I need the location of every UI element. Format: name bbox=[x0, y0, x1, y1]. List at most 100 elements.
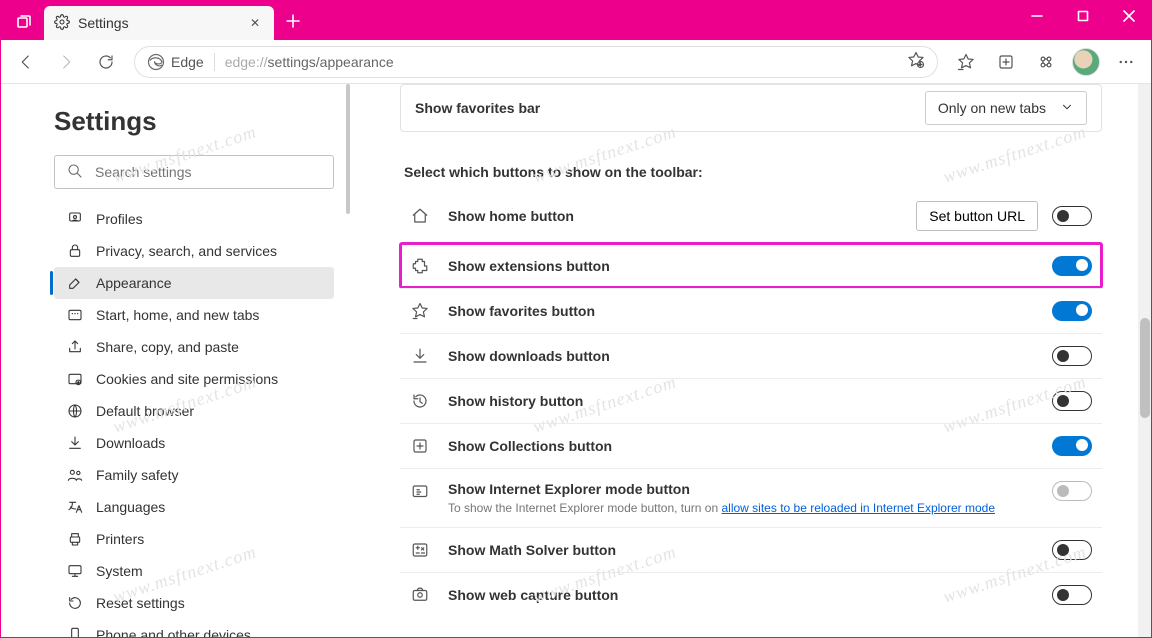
power-icon bbox=[64, 307, 86, 323]
sidebar-item-label: Default browser bbox=[96, 403, 194, 419]
add-favorite-icon[interactable] bbox=[907, 51, 925, 72]
extension-icon bbox=[410, 257, 430, 275]
tab-actions-button[interactable] bbox=[6, 6, 42, 40]
set-button-url[interactable]: Set button URL bbox=[916, 201, 1038, 231]
favorites-toggle[interactable] bbox=[1052, 301, 1092, 321]
row-label: Show home button bbox=[448, 208, 574, 224]
sidebar-item-downloads[interactable]: Downloads bbox=[54, 427, 334, 459]
address-url: edge://settings/appearance bbox=[225, 54, 394, 70]
gear-icon bbox=[54, 14, 70, 33]
profile-avatar[interactable] bbox=[1068, 46, 1104, 78]
download-icon bbox=[64, 435, 86, 451]
system-icon bbox=[64, 563, 86, 579]
row-label: Show Collections button bbox=[448, 438, 612, 454]
favorites-bar-select[interactable]: Only on new tabs bbox=[925, 91, 1087, 125]
home-icon bbox=[410, 207, 430, 225]
ie-mode-link[interactable]: allow sites to be reloaded in Internet E… bbox=[722, 501, 996, 515]
row-label: Show history button bbox=[448, 393, 583, 409]
family-icon bbox=[64, 467, 86, 483]
row-ie-mode-button: Show Internet Explorer mode button To sh… bbox=[400, 468, 1102, 527]
history-toggle[interactable] bbox=[1052, 391, 1092, 411]
sidebar-item-label: Start, home, and new tabs bbox=[96, 307, 259, 323]
row-web-capture-button: Show web capture button bbox=[400, 572, 1102, 617]
sidebar-item-start[interactable]: Start, home, and new tabs bbox=[54, 299, 334, 331]
sidebar-item-label: Family safety bbox=[96, 467, 178, 483]
nav-refresh-button[interactable] bbox=[88, 46, 124, 78]
sidebar-item-label: Share, copy, and paste bbox=[96, 339, 239, 355]
webcapture-toggle[interactable] bbox=[1052, 585, 1092, 605]
more-menu-button[interactable] bbox=[1108, 46, 1144, 78]
favorites-button[interactable] bbox=[948, 46, 984, 78]
cookie-icon bbox=[64, 371, 86, 387]
language-icon bbox=[64, 499, 86, 515]
capture-icon bbox=[410, 586, 430, 604]
math-toggle[interactable] bbox=[1052, 540, 1092, 560]
share-icon bbox=[64, 339, 86, 355]
browser-toolbar: Edge edge://settings/appearance bbox=[0, 40, 1152, 84]
sidebar-item-share[interactable]: Share, copy, and paste bbox=[54, 331, 334, 363]
sidebar-item-appearance[interactable]: Appearance bbox=[54, 267, 334, 299]
sidebar-item-default-browser[interactable]: Default browser bbox=[54, 395, 334, 427]
nav-back-button[interactable] bbox=[8, 46, 44, 78]
printer-icon bbox=[64, 531, 86, 547]
collections-button[interactable] bbox=[988, 46, 1024, 78]
favorites-bar-value: Only on new tabs bbox=[938, 100, 1046, 116]
settings-heading: Settings bbox=[54, 106, 334, 137]
profile-icon bbox=[64, 211, 86, 227]
phone-icon bbox=[64, 627, 86, 638]
chevron-down-icon bbox=[1060, 100, 1074, 117]
history-icon bbox=[410, 392, 430, 410]
downloads-toggle[interactable] bbox=[1052, 346, 1092, 366]
home-toggle[interactable] bbox=[1052, 206, 1092, 226]
window-maximize-button[interactable] bbox=[1060, 0, 1106, 32]
sidebar-item-label: Phone and other devices bbox=[96, 627, 251, 638]
star-icon bbox=[410, 302, 430, 320]
address-prefix: Edge bbox=[171, 54, 204, 70]
row-label: Show downloads button bbox=[448, 348, 610, 364]
row-label: Show Internet Explorer mode button bbox=[448, 481, 995, 497]
tab-title: Settings bbox=[78, 15, 129, 31]
extensions-button[interactable] bbox=[1028, 46, 1064, 78]
sidebar-item-profiles[interactable]: Profiles bbox=[54, 203, 334, 235]
sidebar-scrollbar[interactable] bbox=[344, 84, 352, 638]
math-icon bbox=[410, 541, 430, 559]
globe-icon bbox=[64, 403, 86, 419]
edge-logo-icon bbox=[147, 53, 165, 71]
collections-toggle[interactable] bbox=[1052, 436, 1092, 456]
window-close-button[interactable] bbox=[1106, 0, 1152, 32]
ie-subtext: To show the Internet Explorer mode butto… bbox=[448, 501, 995, 515]
nav-forward-button[interactable] bbox=[48, 46, 84, 78]
sidebar-item-cookies[interactable]: Cookies and site permissions bbox=[54, 363, 334, 395]
sidebar-item-privacy[interactable]: Privacy, search, and services bbox=[54, 235, 334, 267]
tab-close-button[interactable]: ✕ bbox=[246, 14, 264, 32]
window-minimize-button[interactable] bbox=[1014, 0, 1060, 32]
sidebar-item-label: Languages bbox=[96, 499, 165, 515]
extensions-toggle[interactable] bbox=[1052, 256, 1092, 276]
sidebar-item-reset[interactable]: Reset settings bbox=[54, 587, 334, 619]
page-scroll-thumb[interactable] bbox=[1140, 318, 1150, 418]
row-extensions-button: Show extensions button bbox=[400, 243, 1102, 288]
sidebar-item-system[interactable]: System bbox=[54, 555, 334, 587]
row-history-button: Show history button bbox=[400, 378, 1102, 423]
ie-icon bbox=[410, 483, 430, 501]
browser-tab[interactable]: Settings ✕ bbox=[44, 6, 274, 40]
titlebar: Settings ✕ bbox=[0, 0, 1152, 40]
settings-search[interactable] bbox=[54, 155, 334, 189]
favorites-bar-label: Show favorites bar bbox=[415, 100, 540, 116]
sidebar-item-label: System bbox=[96, 563, 143, 579]
sidebar-item-phone[interactable]: Phone and other devices bbox=[54, 619, 334, 638]
sidebar-item-languages[interactable]: Languages bbox=[54, 491, 334, 523]
lock-icon bbox=[64, 243, 86, 259]
row-math-solver-button: Show Math Solver button bbox=[400, 527, 1102, 572]
settings-sidebar: Settings Profiles Privacy, search, and s… bbox=[0, 84, 352, 638]
sidebar-item-label: Profiles bbox=[96, 211, 143, 227]
settings-search-input[interactable] bbox=[93, 163, 321, 181]
address-bar[interactable]: Edge edge://settings/appearance bbox=[134, 46, 938, 78]
sidebar-item-family[interactable]: Family safety bbox=[54, 459, 334, 491]
sidebar-item-label: Downloads bbox=[96, 435, 165, 451]
new-tab-button[interactable] bbox=[278, 6, 308, 36]
paint-icon bbox=[64, 275, 86, 291]
ie-toggle bbox=[1052, 481, 1092, 501]
sidebar-item-printers[interactable]: Printers bbox=[54, 523, 334, 555]
sidebar-item-label: Appearance bbox=[96, 275, 172, 291]
